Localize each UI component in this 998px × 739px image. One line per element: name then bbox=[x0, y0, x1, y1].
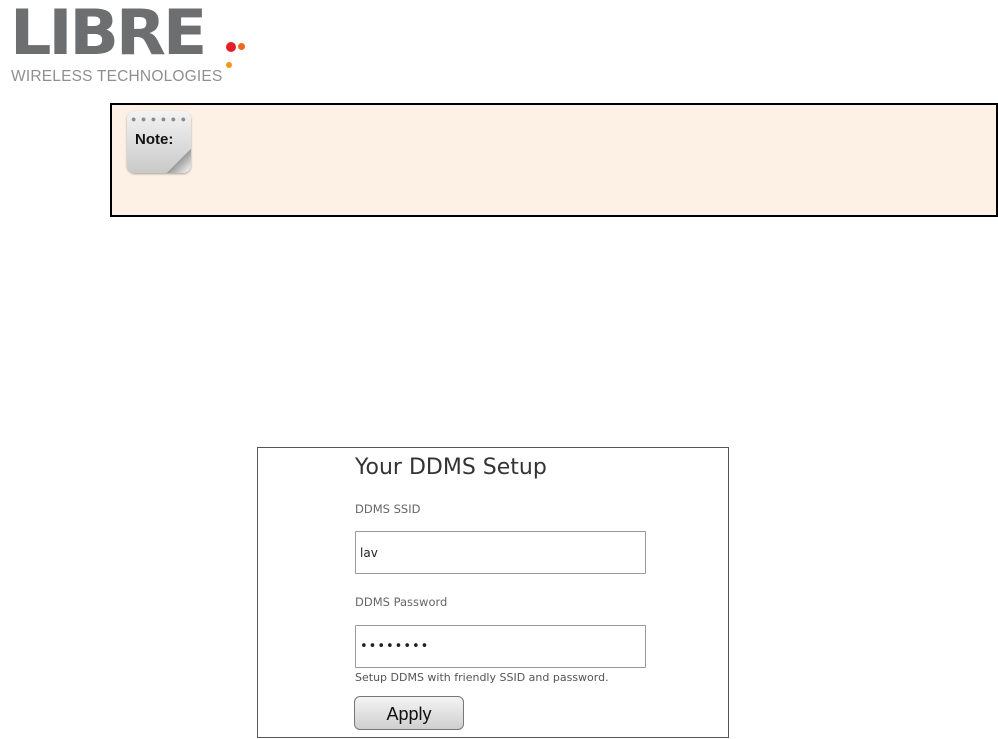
setup-hint: Setup DDMS with friendly SSID and passwo… bbox=[355, 671, 609, 684]
note-box: ● ● ● ● ● ● Note: bbox=[110, 103, 998, 217]
ddms-ssid-input[interactable] bbox=[355, 531, 646, 574]
libre-logo: LIBRE WIRELESS TECHNOLOGIES bbox=[10, 2, 250, 85]
page-title: Your DDMS Setup bbox=[355, 455, 547, 480]
ddms-setup-panel: Your DDMS Setup DDMS SSID DDMS Password … bbox=[257, 447, 729, 738]
ddms-password-label: DDMS Password bbox=[355, 595, 448, 609]
apply-button[interactable]: Apply bbox=[354, 696, 464, 730]
logo-tagline: WIRELESS TECHNOLOGIES bbox=[11, 68, 223, 85]
ddms-password-input[interactable] bbox=[355, 625, 646, 668]
logo-dots bbox=[226, 38, 250, 68]
logo-wordmark: LIBRE bbox=[10, 0, 207, 69]
note-label: Note: bbox=[135, 131, 174, 148]
ddms-ssid-label: DDMS SSID bbox=[355, 502, 421, 516]
notepad-icon: ● ● ● ● ● ● Note: bbox=[127, 111, 191, 173]
